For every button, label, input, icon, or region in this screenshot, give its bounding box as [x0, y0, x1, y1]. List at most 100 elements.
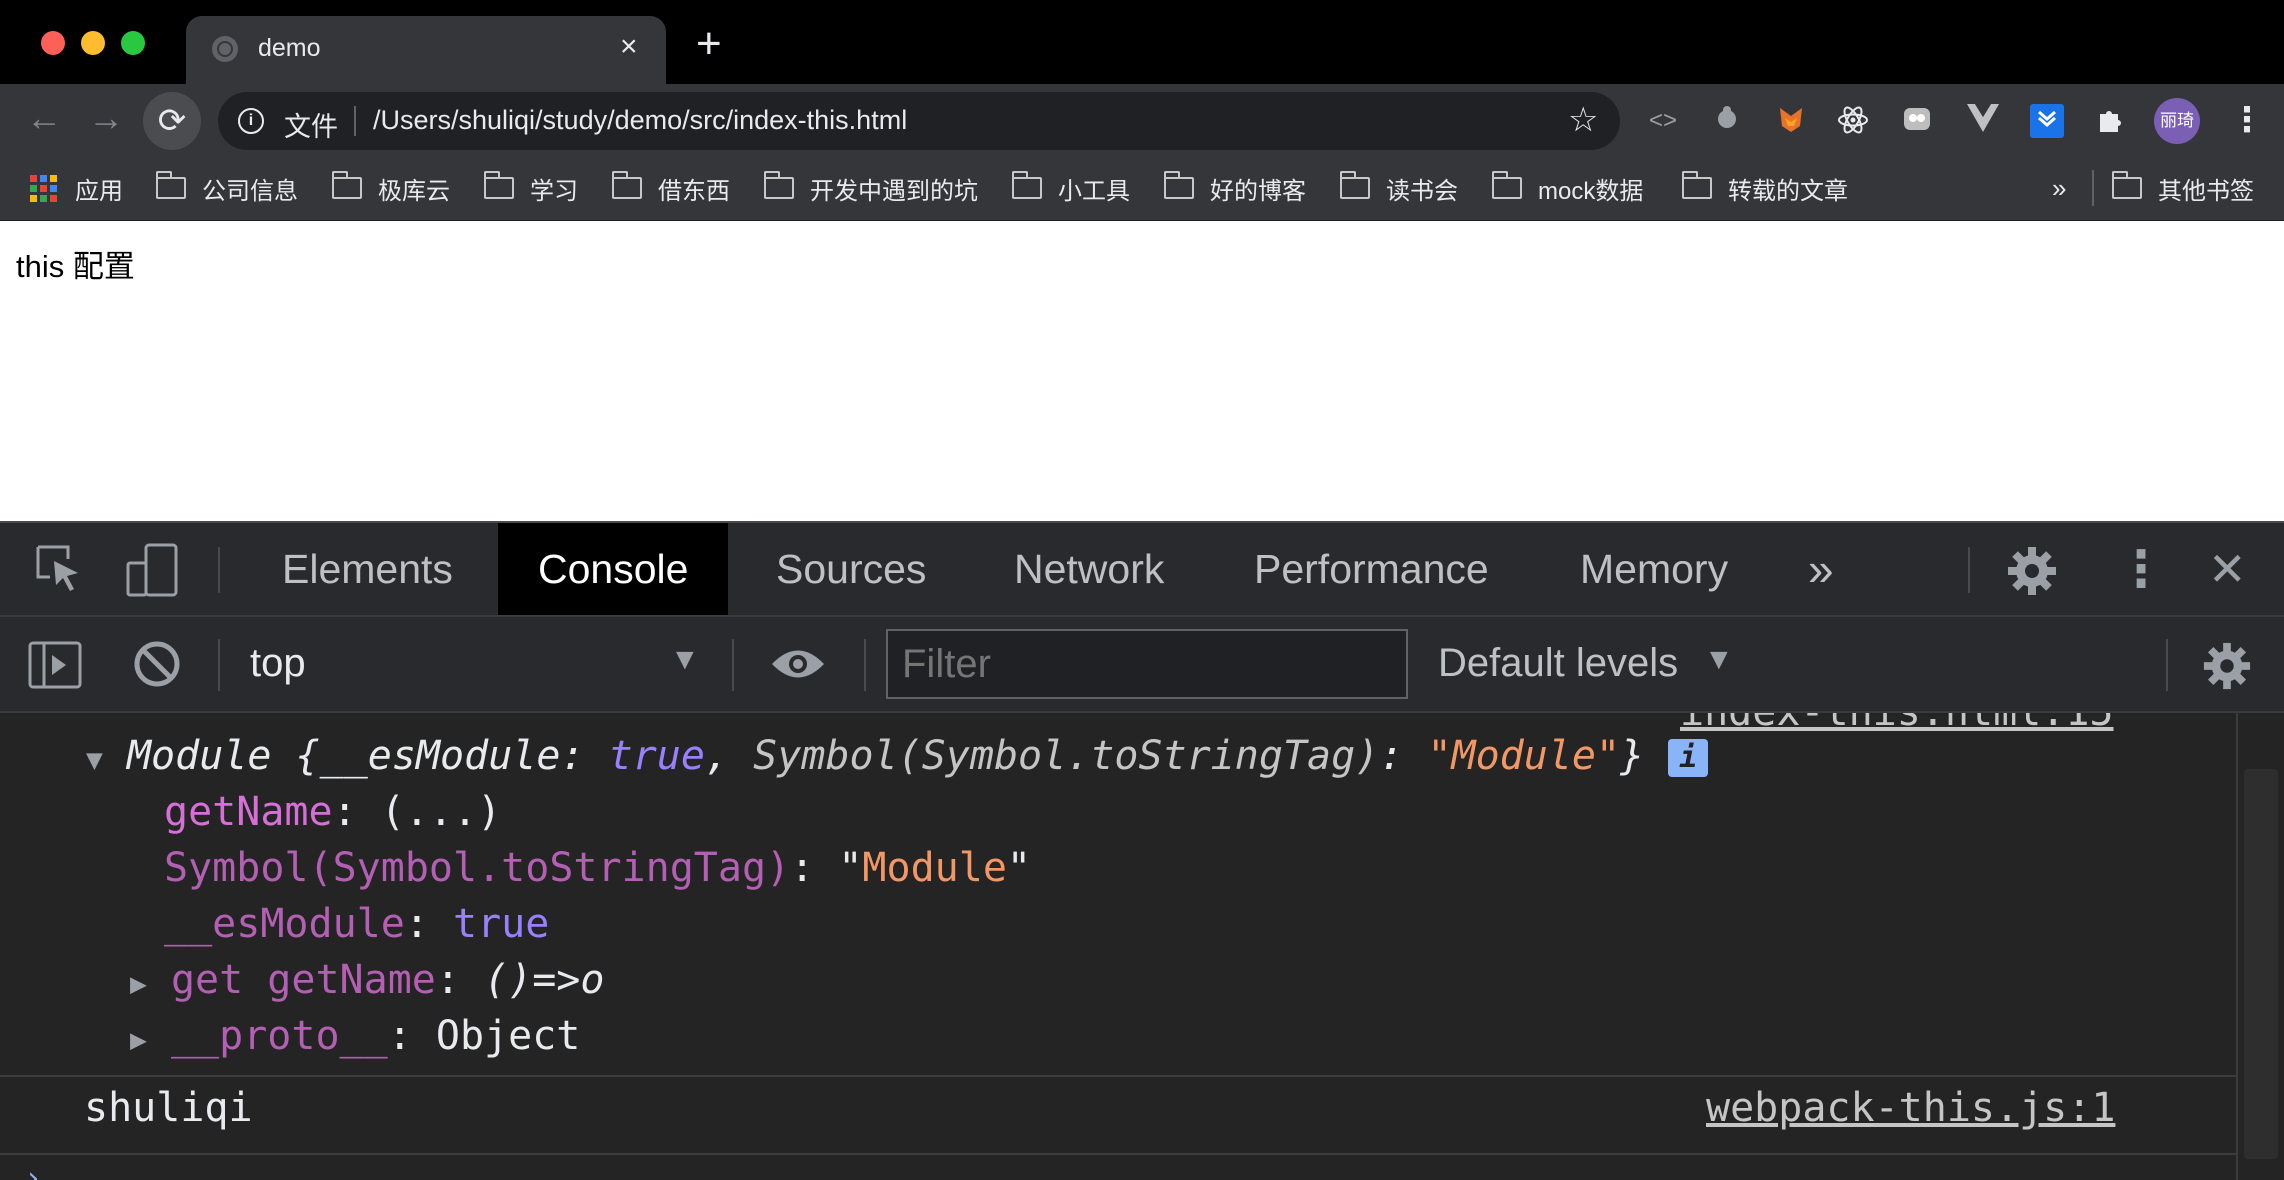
toolbar-divider: [2166, 639, 2168, 691]
star-icon[interactable]: ☆: [1568, 100, 1598, 140]
source-link[interactable]: webpack-this.js:1: [1706, 1085, 2115, 1131]
collapsed-triangle-icon[interactable]: ▶: [130, 1023, 147, 1056]
profile-avatar[interactable]: 丽琦: [2154, 98, 2200, 144]
new-tab-button[interactable]: +: [696, 22, 722, 66]
collapsed-triangle-icon[interactable]: ▶: [130, 967, 147, 1000]
expanded-triangle-icon[interactable]: ▼: [86, 743, 103, 776]
punctuation: }: [1620, 733, 1645, 779]
kebab-menu-icon[interactable]: ⋮: [2230, 96, 2264, 144]
bookmark-label: 公司信息: [202, 177, 298, 205]
bookmark-folder[interactable]: 公司信息: [155, 170, 298, 206]
preview-value: true: [608, 733, 705, 779]
property-value: Module: [862, 845, 1007, 891]
bookmark-folder[interactable]: 小工具: [1011, 170, 1130, 206]
sidebar-toggle-icon[interactable]: [28, 641, 82, 694]
property-row[interactable]: Symbol(Symbol.toStringTag): "Module": [164, 845, 1031, 891]
more-tabs-button[interactable]: »: [1808, 523, 1834, 615]
fox-icon[interactable]: [1774, 104, 1808, 138]
code-icon[interactable]: <>: [1646, 104, 1680, 138]
reload-icon[interactable]: ⟳: [143, 92, 201, 150]
minimize-window-button[interactable]: [81, 31, 105, 55]
devtools-panel: Elements Console Sources Network Perform…: [0, 521, 2284, 1180]
bookmark-folder[interactable]: 开发中遇到的坑: [763, 170, 978, 206]
tab-network[interactable]: Network: [986, 523, 1192, 615]
scrollbar-thumb[interactable]: [2244, 769, 2278, 1159]
clear-console-icon[interactable]: [132, 639, 182, 694]
module-entry[interactable]: ▼ Module {__esModule: true, Symbol(Symbo…: [86, 733, 1709, 779]
bookmarks-bar: 应用 公司信息 极库云 学习 借东西 开发中遇到的坑 小工具 好的博客 读书会 …: [0, 158, 2284, 221]
folder-icon: [483, 171, 514, 199]
tab-elements[interactable]: Elements: [254, 523, 481, 615]
bookmark-label: 学习: [530, 177, 578, 205]
folder-icon: [1491, 171, 1522, 199]
browser-tab[interactable]: demo ×: [186, 16, 666, 84]
extension-icon[interactable]: [1710, 104, 1744, 138]
vue-icon[interactable]: [1966, 104, 2000, 138]
close-window-button[interactable]: [41, 31, 65, 55]
tab-console[interactable]: Console: [498, 523, 729, 615]
info-badge-icon[interactable]: i: [1668, 739, 1709, 777]
context-selector[interactable]: top: [250, 633, 306, 693]
eye-icon[interactable]: [770, 641, 826, 692]
bookmark-folder[interactable]: 读书会: [1339, 170, 1458, 206]
chevron-down-icon[interactable]: ▼: [1704, 643, 1734, 677]
inspect-element-icon[interactable]: [34, 543, 84, 598]
devtools-tab-bar: Elements Console Sources Network Perform…: [0, 521, 2284, 617]
message-divider: [0, 1153, 2236, 1155]
tab-close-button[interactable]: ×: [620, 30, 638, 64]
property-value[interactable]: (...): [381, 789, 501, 835]
bookmark-folder[interactable]: 学习: [483, 170, 578, 206]
property-row[interactable]: getName: (...): [164, 789, 501, 835]
bookmarks-overflow-button[interactable]: »: [2052, 170, 2066, 206]
punctuation: ,: [704, 733, 754, 779]
log-levels-dropdown[interactable]: Default levels: [1438, 633, 1678, 693]
chevron-down-icon[interactable]: ▼: [670, 643, 700, 677]
property-key: get getName: [170, 957, 436, 1003]
bookmark-folder[interactable]: 转载的文章: [1681, 170, 1848, 206]
property-row[interactable]: ▶ __proto__: Object: [130, 1013, 580, 1059]
bookmark-folder[interactable]: mock数据: [1491, 170, 1644, 206]
punctuation: ": [838, 845, 863, 891]
address-bar[interactable]: i 文件 /Users/shuliqi/study/demo/src/index…: [218, 92, 1620, 150]
info-icon[interactable]: i: [238, 108, 264, 134]
back-icon[interactable]: ←: [26, 98, 62, 138]
address-url[interactable]: /Users/shuliqi/study/demo/src/index-this…: [373, 105, 907, 136]
folder-icon: [2111, 171, 2142, 199]
bookmark-other-folder[interactable]: 其他书签: [2111, 170, 2254, 206]
bookmark-apps[interactable]: 应用: [30, 170, 123, 206]
bookmark-label: mock数据: [1538, 177, 1644, 205]
react-icon[interactable]: [1836, 104, 1870, 138]
punctuation: :: [387, 1013, 436, 1059]
forward-icon[interactable]: →: [88, 98, 124, 138]
console-settings-gear-icon[interactable]: [2202, 641, 2252, 696]
folder-icon: [155, 171, 186, 199]
maximize-window-button[interactable]: [121, 31, 145, 55]
console-toolbar: top ▼ Default levels ▼: [0, 617, 2284, 713]
tab-performance[interactable]: Performance: [1226, 523, 1517, 615]
close-devtools-button[interactable]: ✕: [2208, 541, 2247, 597]
tab-memory[interactable]: Memory: [1552, 523, 1756, 615]
page-viewport: this 配置: [0, 221, 2284, 521]
source-link[interactable]: index-this.html:15: [1680, 713, 2113, 735]
console-scrollbar[interactable]: [2236, 713, 2284, 1180]
property-row[interactable]: __esModule: true: [164, 901, 549, 947]
filter-input[interactable]: [886, 629, 1408, 699]
property-value: Object: [435, 1013, 581, 1059]
save-icon[interactable]: [2030, 104, 2064, 138]
kebab-menu-icon[interactable]: ⋮: [2116, 541, 2166, 597]
bookmark-folder[interactable]: 借东西: [611, 170, 730, 206]
extension-icon[interactable]: [1900, 104, 1934, 138]
bookmark-folder[interactable]: 极库云: [331, 170, 450, 206]
toolbar-divider: [732, 639, 734, 691]
puzzle-icon[interactable]: [2094, 104, 2128, 138]
property-row[interactable]: ▶ get getName: ()=>o: [130, 957, 604, 1003]
punctuation: {: [271, 733, 320, 779]
tab-sources[interactable]: Sources: [748, 523, 954, 615]
settings-gear-icon[interactable]: [2006, 545, 2058, 602]
property-value: true: [453, 901, 550, 947]
punctuation: :: [790, 845, 839, 891]
folder-icon: [763, 171, 794, 199]
device-toolbar-icon[interactable]: [126, 543, 182, 602]
folder-icon: [1681, 171, 1712, 199]
bookmark-folder[interactable]: 好的博客: [1163, 170, 1306, 206]
